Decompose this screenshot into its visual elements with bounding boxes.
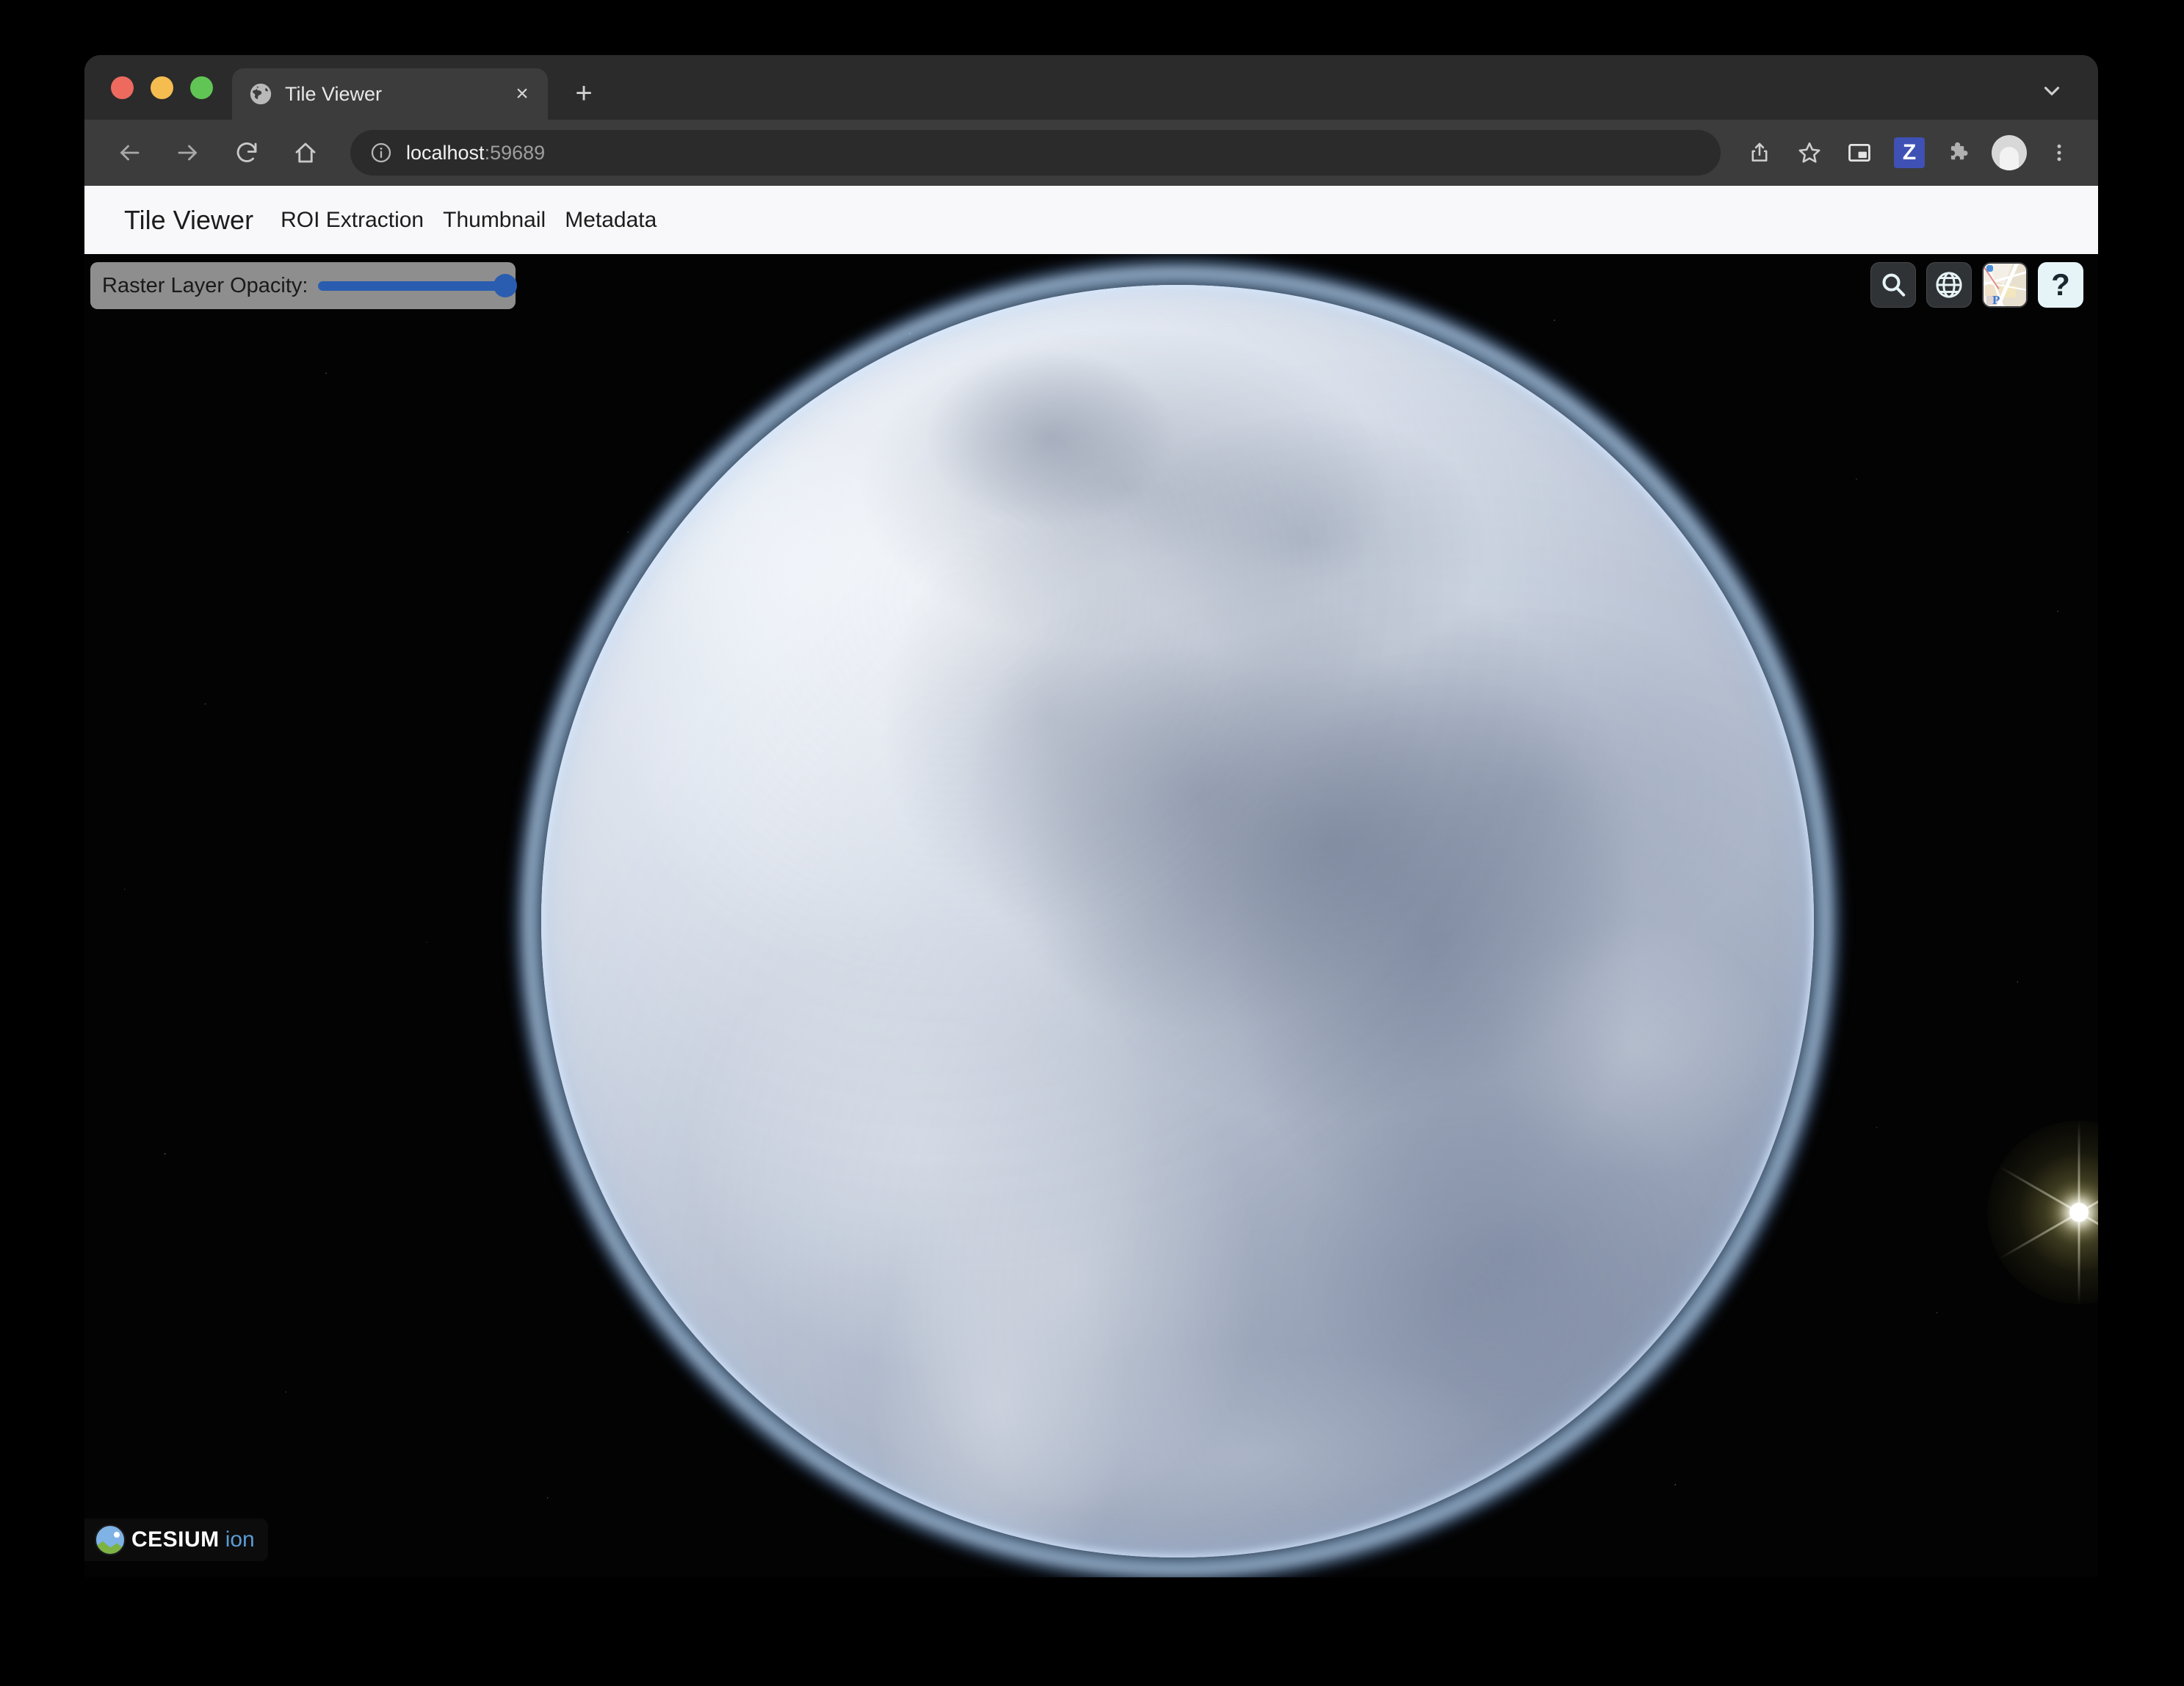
tab-strip: Tile Viewer × + [84, 55, 2098, 120]
toolbar-actions: Z [1731, 131, 2080, 174]
nav-link-roi-extraction[interactable]: ROI Extraction [271, 208, 433, 233]
logo-mountain-shape [96, 1541, 124, 1554]
window-maximize-button[interactable] [190, 76, 213, 99]
question-mark-icon: ? [2051, 267, 2070, 302]
avatar-head-shape [2000, 147, 2019, 170]
navigation-help-button[interactable]: ? [2038, 262, 2083, 308]
extensions-puzzle-icon[interactable] [1938, 131, 1981, 174]
home-button[interactable] [283, 130, 328, 176]
url-host: localhost [406, 141, 485, 164]
zotero-extension-icon[interactable]: Z [1888, 131, 1931, 174]
raster-opacity-label: Raster Layer Opacity: [102, 273, 308, 297]
app-brand-tile-viewer[interactable]: Tile Viewer [106, 205, 271, 236]
share-icon[interactable] [1738, 131, 1781, 174]
window-controls [104, 55, 232, 120]
reload-button[interactable] [224, 130, 270, 176]
tab-close-button[interactable]: × [510, 82, 535, 106]
map-thumbnail-icon: P [1984, 264, 2026, 306]
nav-link-thumbnail[interactable]: Thumbnail [433, 208, 555, 233]
raster-opacity-slider[interactable] [318, 273, 518, 298]
info-circle-icon [371, 142, 391, 163]
back-button[interactable] [106, 130, 152, 176]
browser-toolbar: localhost:59689 Z [84, 120, 2098, 186]
window-close-button[interactable] [111, 76, 134, 99]
slider-fill [318, 281, 506, 291]
address-bar[interactable]: localhost:59689 [350, 130, 1721, 176]
globe-sphere [541, 285, 1814, 1557]
globe-icon [1936, 272, 1962, 298]
cesium-ion-credit[interactable]: CESIUM ion [84, 1519, 268, 1561]
window-minimize-button[interactable] [151, 76, 173, 99]
chrome-menu-icon[interactable] [2038, 131, 2080, 174]
sun-core [2069, 1203, 2089, 1222]
tab-title: Tile Viewer [285, 82, 383, 105]
raster-opacity-panel: Raster Layer Opacity: [90, 262, 518, 309]
picture-in-picture-icon[interactable] [1838, 131, 1881, 174]
nav-link-metadata[interactable]: Metadata [555, 208, 666, 233]
bookmark-star-icon[interactable] [1788, 131, 1831, 174]
browser-tab-tile-viewer[interactable]: Tile Viewer × [232, 68, 548, 120]
cesium-viewport[interactable]: Raster Layer Opacity: P ? CESIUM ion [84, 254, 2098, 1577]
geocoder-search-button[interactable] [1870, 262, 1916, 308]
browser-window: Tile Viewer × + localhost:59689 Z Tile V… [84, 55, 2098, 1577]
url-port: :59689 [484, 141, 546, 164]
credit-primary-text: CESIUM [131, 1527, 220, 1552]
cesium-toolbar: P ? [1870, 262, 2083, 308]
avatar [1992, 135, 2027, 170]
globe-limb-highlight [541, 285, 1814, 1557]
globe-icon [250, 83, 272, 105]
forward-button[interactable] [165, 130, 211, 176]
search-icon [1882, 273, 1906, 297]
new-tab-button[interactable]: + [561, 70, 607, 116]
credit-secondary-text: ion [225, 1527, 255, 1552]
url-text: localhost:59689 [406, 142, 545, 164]
profile-avatar[interactable] [1988, 131, 2031, 174]
tab-search-chevron-down-icon[interactable] [2031, 70, 2073, 112]
cesium-ion-logo-icon [95, 1524, 126, 1555]
logo-sun-dot [114, 1532, 120, 1538]
sun-lens-flare [1987, 1121, 2098, 1304]
base-layer-picker-button[interactable]: P [1982, 262, 2028, 308]
slider-thumb[interactable] [493, 274, 518, 297]
home-view-button[interactable] [1926, 262, 1972, 308]
app-navbar: Tile Viewer ROI Extraction Thumbnail Met… [84, 186, 2098, 254]
globe[interactable] [507, 254, 1848, 1577]
zotero-badge-label: Z [1894, 137, 1925, 168]
